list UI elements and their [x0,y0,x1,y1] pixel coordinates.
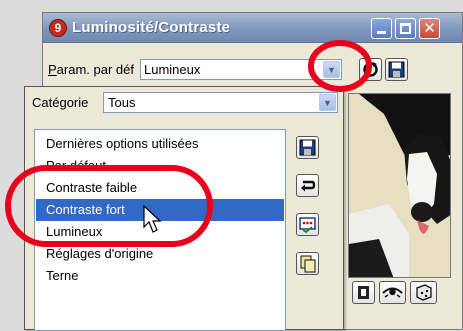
close-button[interactable]: ✕ [419,18,440,39]
floppy-disk-icon [299,139,316,156]
list-item[interactable]: Dernières options utilisées [36,133,284,155]
preset-dropdown[interactable]: Lumineux ▼ [140,59,342,80]
minimize-button[interactable] [371,18,392,39]
preset-dropdown-value: Lumineux [144,62,201,77]
random-button[interactable] [410,281,437,304]
preview-toggle-button[interactable] [379,281,406,304]
preset-label-text: aram. par déf [56,62,134,77]
maximize-button[interactable] [395,18,416,39]
refresh-button[interactable] [359,58,382,81]
checklist-icon [299,217,316,234]
mask-button[interactable] [352,281,375,304]
restore-button[interactable] [296,174,319,197]
preset-label: Param. par déf [48,62,134,77]
maximize-icon [400,23,411,34]
app-icon: 9 [49,19,67,37]
floppy-disk-icon [388,61,405,78]
refresh-icon [363,62,378,77]
title-bar[interactable]: 9 Luminosité/Contraste ✕ [43,13,462,43]
preset-label-mnemonic: P [48,62,57,77]
copy-pages-icon [300,255,316,273]
dice-icon [416,284,432,301]
eye-icon [382,287,403,298]
mask-icon [358,286,369,299]
category-dropdown-value: Tous [108,95,136,110]
save-preset-button[interactable] [385,58,408,81]
window-title: Luminosité/Contraste [72,19,231,36]
undo-arrow-icon [301,180,316,192]
list-item-selected[interactable]: Contraste fort [36,199,284,221]
copy-button[interactable] [296,252,319,275]
category-label: Catégorie [32,95,89,110]
preset-listbox[interactable]: Dernières options utilisées Par défaut C… [34,129,286,331]
list-item[interactable]: Réglages d'origine [36,243,284,265]
save-button[interactable] [296,136,319,159]
preview-image [348,93,451,278]
category-dropdown[interactable]: Tous ▼ [103,92,338,113]
list-item[interactable]: Contraste faible [36,177,284,199]
close-icon: ✕ [423,20,436,37]
list-item[interactable]: Lumineux [36,221,284,243]
chevron-down-icon[interactable]: ▼ [319,94,336,111]
checklist-button[interactable] [296,213,319,236]
list-item[interactable]: Terne [36,265,284,287]
list-item[interactable]: Par défaut [36,155,284,177]
minimize-icon [377,31,386,34]
preset-list-panel: Catégorie Tous ▼ Dernières options utili… [24,86,344,331]
dog-photo [349,94,450,277]
chevron-down-icon[interactable]: ▼ [323,61,340,78]
